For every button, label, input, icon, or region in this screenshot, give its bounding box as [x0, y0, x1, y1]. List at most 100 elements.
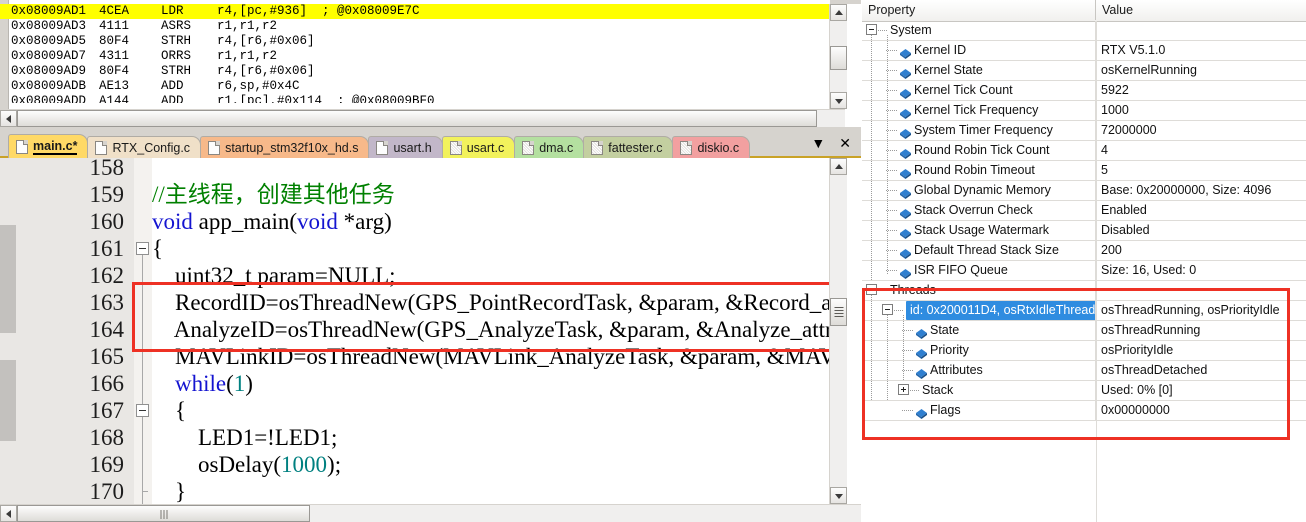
value-cell[interactable]: 4 [1096, 141, 1306, 160]
expander-minus-icon[interactable] [866, 24, 877, 35]
property-cell[interactable]: Default Thread Stack Size [862, 241, 1096, 260]
disassembly-list[interactable]: 0x08009AD1 4CEA LDR r4,[pc,#936] ; @0x08009… [0, 0, 830, 109]
code-line[interactable]: } [152, 478, 186, 504]
code-line[interactable]: { [152, 397, 186, 424]
property-cell[interactable]: State [862, 321, 1096, 340]
fold-toggle-icon[interactable] [136, 242, 149, 255]
code-line[interactable]: MAVLinkID=osThreadNew(MAVLink_AnalyzeTas… [152, 343, 830, 370]
value-cell[interactable]: Size: 16, Used: 0 [1096, 261, 1306, 280]
expander-plus-icon[interactable] [898, 384, 909, 395]
disassembly-line[interactable]: 0x08009AD7 4311 ORRS r1,r1,r2 [0, 49, 830, 64]
scroll-left-arrow[interactable] [0, 110, 17, 127]
property-row[interactable]: System [862, 21, 1306, 41]
value-cell[interactable]: 0x00000000 [1096, 401, 1306, 420]
property-cell[interactable]: System Timer Frequency [862, 121, 1096, 140]
column-header-value[interactable]: Value [1096, 0, 1306, 20]
scroll-down-arrow[interactable] [830, 92, 847, 109]
value-cell[interactable]: 5 [1096, 161, 1306, 180]
disassembly-line[interactable]: 0x08009AD1 4CEA LDR r4,[pc,#936] ; @0x08009… [0, 4, 830, 19]
editor-tab-fattester-c[interactable]: fattester.c [583, 136, 674, 158]
code-line[interactable]: //主线程，创建其他任务 [152, 181, 395, 208]
property-cell[interactable]: id: 0x200011D4, osRtxIdleThread [862, 301, 1096, 320]
property-row[interactable]: Stack Overrun Check Enabled [862, 201, 1306, 221]
value-cell[interactable] [1096, 281, 1306, 300]
code-line[interactable]: AnalyzeID=osThreadNew(GPS_AnalyzeTask, &… [152, 316, 830, 343]
value-cell[interactable]: 1000 [1096, 101, 1306, 120]
scroll-left-arrow[interactable] [0, 505, 17, 522]
property-row[interactable]: Kernel Tick Frequency 1000 [862, 101, 1306, 121]
value-cell[interactable]: osKernelRunning [1096, 61, 1306, 80]
code-line[interactable]: uint32_t param=NULL; [152, 262, 396, 289]
code-line[interactable]: osDelay(1000); [152, 451, 341, 478]
code-editor[interactable]: 158159160161162163164165166167168169170 1… [0, 158, 861, 522]
column-header-property[interactable]: Property [862, 0, 1096, 20]
property-row[interactable]: Threads [862, 281, 1306, 301]
property-cell[interactable]: Kernel Tick Frequency [862, 101, 1096, 120]
property-cell[interactable]: Stack Overrun Check [862, 201, 1096, 220]
property-row[interactable]: Kernel ID RTX V5.1.0 [862, 41, 1306, 61]
property-row[interactable]: Round Robin Tick Count 4 [862, 141, 1306, 161]
property-row[interactable]: System Timer Frequency 72000000 [862, 121, 1306, 141]
editor-tab-startup-stm32f10x-hd-s[interactable]: startup_stm32f10x_hd.s [200, 136, 370, 158]
value-cell[interactable]: osPriorityIdle [1096, 341, 1306, 360]
property-cell[interactable]: Threads [862, 281, 1096, 300]
value-cell[interactable]: Base: 0x20000000, Size: 4096 [1096, 181, 1306, 200]
expander-minus-icon[interactable] [866, 284, 877, 295]
property-row[interactable]: Kernel State osKernelRunning [862, 61, 1306, 81]
property-row[interactable]: id: 0x200011D4, osRtxIdleThread osThreadR… [862, 301, 1306, 321]
scroll-down-arrow[interactable] [830, 487, 847, 504]
editor-tab-usart-c[interactable]: usart.c [441, 136, 516, 158]
value-cell[interactable] [1096, 21, 1306, 40]
tab-list-dropdown-icon[interactable]: ▼ [811, 136, 825, 150]
fold-toggle-icon[interactable] [136, 404, 149, 417]
property-cell[interactable]: Kernel Tick Count [862, 81, 1096, 100]
property-cell[interactable]: System [862, 21, 1096, 40]
code-line[interactable]: RecordID=osThreadNew(GPS_PointRecordTask… [152, 289, 830, 316]
value-cell[interactable]: osThreadRunning, osPriorityIdle [1096, 301, 1306, 320]
disassembly-line[interactable]: 0x08009AD5 80F4 STRH r4,[r6,#0x06] [0, 34, 830, 49]
code-line[interactable]: void app_main(void *arg) [152, 208, 392, 235]
scroll-up-arrow[interactable] [830, 4, 847, 21]
disassembly-hscrollbar[interactable] [0, 109, 845, 127]
code-line[interactable]: { [152, 235, 163, 262]
disassembly-line[interactable]: 0x08009ADB AE13 ADD r6,sp,#0x4C [0, 79, 830, 94]
hscroll-thumb[interactable] [17, 505, 310, 522]
value-cell[interactable]: 72000000 [1096, 121, 1306, 140]
editor-tab-main-c-[interactable]: main.c* [8, 134, 89, 158]
close-icon[interactable]: ✕ [839, 136, 851, 150]
property-row[interactable]: Priority osPriorityIdle [862, 341, 1306, 361]
property-cell[interactable]: Stack Usage Watermark [862, 221, 1096, 240]
editor-tab-dma-c[interactable]: dma.c [514, 136, 585, 158]
property-row[interactable]: State osThreadRunning [862, 321, 1306, 341]
property-rows[interactable]: System Kernel ID RTX V5.1.0 Kernel State osK… [862, 21, 1306, 522]
scroll-up-arrow[interactable] [830, 158, 847, 175]
disassembly-line[interactable]: 0x08009AD3 4111 ASRS r1,r1,r2 [0, 19, 830, 34]
value-cell[interactable]: Disabled [1096, 221, 1306, 240]
property-row[interactable]: Round Robin Timeout 5 [862, 161, 1306, 181]
property-cell[interactable]: Round Robin Tick Count [862, 141, 1096, 160]
property-cell[interactable]: Attributes [862, 361, 1096, 380]
property-cell[interactable]: Global Dynamic Memory [862, 181, 1096, 200]
code-line[interactable]: LED1=!LED1; [152, 424, 337, 451]
value-cell[interactable]: 5922 [1096, 81, 1306, 100]
tab-strip[interactable]: main.c* RTX_Config.c startup_stm32f10x_hd.… [8, 134, 751, 158]
fold-margin[interactable] [134, 158, 152, 519]
property-row[interactable]: Default Thread Stack Size 200 [862, 241, 1306, 261]
property-cell[interactable]: Kernel ID [862, 41, 1096, 60]
property-row[interactable]: Global Dynamic Memory Base: 0x20000000, S… [862, 181, 1306, 201]
property-row[interactable]: Flags 0x00000000 [862, 401, 1306, 421]
expander-minus-icon[interactable] [882, 304, 893, 315]
disassembly-line[interactable]: 0x08009AD9 80F4 STRH r4,[r6,#0x06] [0, 64, 830, 79]
editor-tab-rtx-config-c[interactable]: RTX_Config.c [87, 136, 202, 158]
scroll-thumb[interactable] [830, 46, 847, 70]
code-text-area[interactable]: //主线程，创建其他任务 void app_main(void *arg){ ui… [152, 158, 830, 504]
property-cell[interactable]: ISR FIFO Queue [862, 261, 1096, 280]
hscroll-thumb[interactable] [17, 110, 817, 127]
value-cell[interactable]: Enabled [1096, 201, 1306, 220]
scroll-thumb[interactable] [830, 298, 847, 326]
disassembly-line[interactable]: 0x08009ADD A144 ADD r1,[pc],#0x114 ; @0x080… [0, 94, 830, 103]
property-cell[interactable]: Round Robin Timeout [862, 161, 1096, 180]
property-row[interactable]: Stack Used: 0% [0] [862, 381, 1306, 401]
property-row[interactable]: Kernel Tick Count 5922 [862, 81, 1306, 101]
editor-tab-usart-h[interactable]: usart.h [368, 136, 443, 158]
